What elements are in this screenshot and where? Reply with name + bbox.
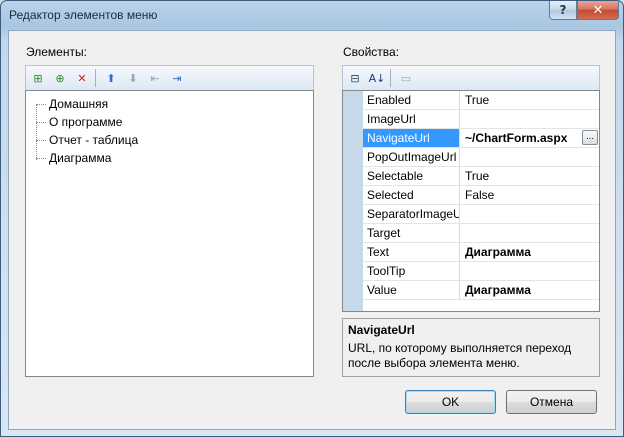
categorized-icon: ⊟ [350, 71, 360, 85]
property-name: NavigateUrl [363, 129, 460, 147]
property-pages-button[interactable]: ▭ [396, 68, 416, 88]
tree-item[interactable]: О программе [26, 113, 313, 131]
tree-item-label: Отчет - таблица [49, 133, 139, 147]
property-name: Target [363, 224, 460, 242]
elements-label: Элементы: [26, 45, 87, 59]
property-name: Enabled [363, 91, 460, 109]
toolbar-separator [390, 69, 391, 87]
property-value[interactable]: ~/ChartForm.aspx [461, 129, 599, 147]
property-row-selected[interactable]: Selected False [363, 186, 599, 205]
property-description-panel: NavigateUrl URL, по которому выполняется… [342, 318, 600, 377]
add-root-item-button[interactable]: ⊞ [28, 68, 48, 88]
property-row-tooltip[interactable]: ToolTip [363, 262, 599, 281]
property-name: SeparatorImageUrl [363, 205, 460, 223]
property-row-navigateurl[interactable]: NavigateUrl ~/ChartForm.aspx... [363, 129, 599, 148]
property-row-popoutimageurl[interactable]: PopOutImageUrl [363, 148, 599, 167]
property-row-separatorimageurl[interactable]: SeparatorImageUrl [363, 205, 599, 224]
indent-button[interactable]: ⇥ [167, 68, 187, 88]
elements-toolbar: ⊞ ⊕ ✕ ⬆ ⬇ ⇤ ⇥ [25, 65, 314, 90]
property-pages-icon: ▭ [400, 71, 412, 85]
close-icon: ✕ [592, 2, 604, 18]
tree-item[interactable]: Домашняя [26, 95, 313, 113]
help-button[interactable]: ? [549, 1, 577, 20]
property-value[interactable] [461, 148, 599, 166]
outdent-icon: ⇤ [150, 71, 160, 85]
tree-connector [36, 140, 46, 141]
tree-connector [36, 104, 46, 105]
property-name: Selected [363, 186, 460, 204]
add-root-item-icon: ⊞ [33, 71, 43, 85]
property-name: Text [363, 243, 460, 261]
property-name: Value [363, 281, 460, 299]
alphabetical-icon: A↓ [368, 71, 386, 85]
property-value[interactable] [461, 205, 599, 223]
tree-item-label: Домашняя [49, 97, 109, 111]
ok-button[interactable]: OK [405, 390, 496, 414]
close-button[interactable]: ✕ [577, 1, 619, 20]
move-down-icon: ⬇ [128, 71, 138, 85]
property-name: PopOutImageUrl [363, 148, 460, 166]
tree-item[interactable]: Диаграмма [26, 149, 313, 167]
properties-toolbar: ⊟ A↓ ▭ [342, 65, 600, 90]
add-child-item-button[interactable]: ⊕ [50, 68, 70, 88]
property-value[interactable]: Диаграмма [461, 281, 599, 299]
indent-icon: ⇥ [172, 71, 182, 85]
property-grid[interactable]: Enabled True ImageUrl NavigateUrl ~/ChartFor… [342, 90, 600, 312]
property-grid-gutter [343, 91, 363, 311]
tree-item-label: О программе [49, 115, 123, 129]
property-value[interactable]: True [461, 167, 599, 185]
toolbar-separator [95, 69, 96, 87]
cancel-button[interactable]: Отмена [506, 390, 597, 414]
property-row-selectable[interactable]: Selectable True [363, 167, 599, 186]
tree-item[interactable]: Отчет - таблица [26, 131, 313, 149]
alphabetical-button[interactable]: A↓ [367, 68, 387, 88]
delete-item-icon: ✕ [77, 71, 87, 85]
property-row-text[interactable]: Text Диаграмма [363, 243, 599, 262]
tree-connector [36, 122, 46, 123]
property-row-target[interactable]: Target [363, 224, 599, 243]
property-row-value[interactable]: Value Диаграмма [363, 281, 599, 300]
move-up-icon: ⬆ [106, 71, 116, 85]
property-value[interactable] [461, 110, 599, 128]
tree-item-label: Диаграмма [49, 151, 112, 165]
property-value[interactable] [461, 224, 599, 242]
property-name: Selectable [363, 167, 460, 185]
property-value[interactable]: True [461, 91, 599, 109]
move-down-button[interactable]: ⬇ [123, 68, 143, 88]
properties-label: Свойства: [343, 45, 400, 59]
window-title: Редактор элементов меню [9, 8, 158, 22]
property-name: ImageUrl [363, 110, 460, 128]
property-row-enabled[interactable]: Enabled True [363, 91, 599, 110]
description-title: NavigateUrl [348, 323, 415, 337]
menu-items-tree[interactable]: Домашняя О программе Отчет - таблица Диагра… [25, 90, 314, 377]
dialog-client-area: Элементы: ⊞ ⊕ ✕ ⬆ ⬇ ⇤ ⇥ Домашняя О программе Отч… [8, 30, 616, 430]
delete-item-button[interactable]: ✕ [72, 68, 92, 88]
property-value[interactable]: Диаграмма [461, 243, 599, 261]
description-text: URL, по которому выполняется переход пос… [348, 341, 572, 370]
url-picker-button[interactable]: ... [582, 130, 598, 145]
move-up-button[interactable]: ⬆ [101, 68, 121, 88]
categorized-button[interactable]: ⊟ [345, 68, 365, 88]
property-name: ToolTip [363, 262, 460, 280]
dialog-window: Редактор элементов меню ? ✕ Элементы: ⊞ ⊕… [0, 0, 624, 437]
add-child-item-icon: ⊕ [55, 71, 65, 85]
property-row-imageurl[interactable]: ImageUrl [363, 110, 599, 129]
tree-connector [36, 158, 46, 159]
outdent-button[interactable]: ⇤ [145, 68, 165, 88]
help-icon: ? [559, 3, 567, 17]
title-bar[interactable]: Редактор элементов меню ? ✕ [1, 1, 623, 29]
property-value[interactable] [461, 262, 599, 280]
property-value[interactable]: False [461, 186, 599, 204]
